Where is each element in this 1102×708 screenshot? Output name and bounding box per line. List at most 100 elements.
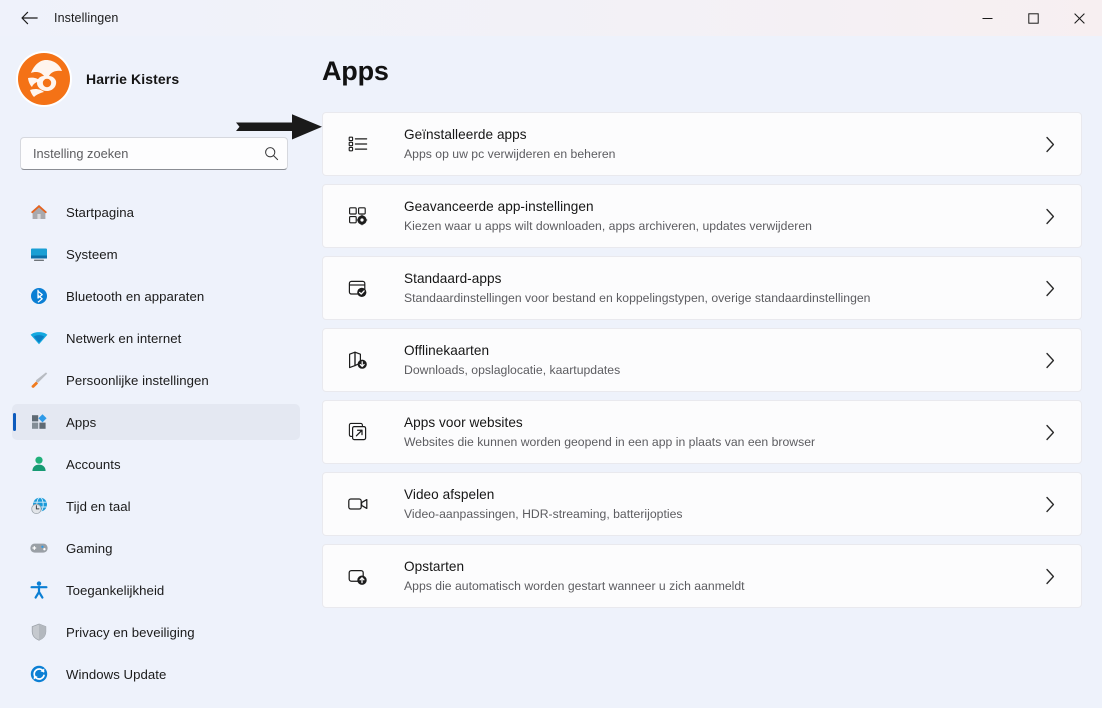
- card-subtitle: Apps die automatisch worden gestart wann…: [404, 579, 745, 593]
- sidebar-item-label: Windows Update: [66, 666, 167, 682]
- apps-icon: [28, 411, 50, 433]
- card-text: Opstarten Apps die automatisch worden ge…: [404, 557, 1035, 595]
- back-arrow-icon: [20, 11, 38, 25]
- card-video-afspelen[interactable]: Video afspelen Video-aanpassingen, HDR-s…: [322, 472, 1082, 536]
- external-link-icon: [345, 419, 371, 445]
- card-geavanceerde-app-instellingen[interactable]: Geavanceerde app-instellingen Kiezen waa…: [322, 184, 1082, 248]
- search-box[interactable]: [20, 137, 288, 170]
- sidebar-item-label: Persoonlijke instellingen: [66, 372, 209, 388]
- page-title: Apps: [322, 56, 389, 86]
- card-text: Geavanceerde app-instellingen Kiezen waa…: [404, 197, 1035, 235]
- sidebar-item-gaming[interactable]: Gaming: [12, 530, 300, 566]
- card-subtitle: Websites die kunnen worden geopend in ee…: [404, 435, 816, 449]
- sidebar-item-label: Tijd en taal: [66, 498, 131, 514]
- sidebar-item-netwerk[interactable]: Netwerk en internet: [12, 320, 300, 356]
- gamepad-icon: [28, 537, 50, 559]
- profile-section[interactable]: Harrie Kisters: [16, 50, 312, 108]
- card-title: Geïnstalleerde apps: [404, 127, 527, 142]
- close-icon: [1073, 12, 1085, 24]
- default-apps-icon: [345, 275, 371, 301]
- clock-globe-icon: [28, 495, 50, 517]
- sidebar-item-toegankelijkheid[interactable]: Toegankelijkheid: [12, 572, 300, 608]
- close-button[interactable]: [1056, 0, 1102, 36]
- title-bar: Instellingen: [0, 0, 1102, 36]
- sidebar-item-accounts[interactable]: Accounts: [12, 446, 300, 482]
- sidebar-item-label: Netwerk en internet: [66, 330, 182, 346]
- sidebar: Harrie Kisters Startpa: [0, 36, 312, 708]
- sidebar-item-startpagina[interactable]: Startpagina: [12, 194, 300, 230]
- chevron-right-icon[interactable]: [1035, 201, 1065, 231]
- card-geinstalleerde-apps[interactable]: Geïnstalleerde apps Apps op uw pc verwij…: [322, 112, 1082, 176]
- avatar: [16, 51, 72, 107]
- main-content: Apps Geïnstalleerde apps Apps op uw pc v…: [312, 36, 1102, 708]
- chevron-right-icon[interactable]: [1035, 273, 1065, 303]
- card-title: Standaard-apps: [404, 271, 502, 286]
- chevron-right-icon[interactable]: [1035, 561, 1065, 591]
- card-text: Offlinekaarten Downloads, opslaglocatie,…: [404, 341, 1035, 379]
- maximize-button[interactable]: [1010, 0, 1056, 36]
- card-title: Geavanceerde app-instellingen: [404, 199, 594, 214]
- sidebar-item-bluetooth[interactable]: Bluetooth en apparaten: [12, 278, 300, 314]
- brush-icon: [28, 369, 50, 391]
- card-apps-voor-websites[interactable]: Apps voor websites Websites die kunnen w…: [322, 400, 1082, 464]
- sidebar-item-privacy[interactable]: Privacy en beveiliging: [12, 614, 300, 650]
- card-title: Offlinekaarten: [404, 343, 490, 358]
- card-text: Standaard-apps Standaardinstellingen voo…: [404, 269, 1035, 307]
- card-text: Geïnstalleerde apps Apps op uw pc verwij…: [404, 125, 1035, 163]
- chevron-right-icon[interactable]: [1035, 345, 1065, 375]
- sidebar-item-label: Apps: [66, 414, 97, 430]
- card-text: Apps voor websites Websites die kunnen w…: [404, 413, 1035, 451]
- sidebar-item-label: Bluetooth en apparaten: [66, 288, 205, 304]
- system-icon: [28, 243, 50, 265]
- shield-icon: [28, 621, 50, 643]
- card-subtitle: Standaardinstellingen voor bestand en ko…: [404, 291, 871, 305]
- sidebar-item-windows-update[interactable]: Windows Update: [12, 656, 300, 692]
- sidebar-item-label: Accounts: [66, 456, 121, 472]
- list-icon: [345, 131, 371, 157]
- sidebar-item-label: Privacy en beveiliging: [66, 624, 195, 640]
- card-subtitle: Apps op uw pc verwijderen en beheren: [404, 147, 616, 161]
- wifi-icon: [28, 327, 50, 349]
- card-offlinekaarten[interactable]: Offlinekaarten Downloads, opslaglocatie,…: [322, 328, 1082, 392]
- sidebar-item-apps[interactable]: Apps: [12, 404, 300, 440]
- accessibility-icon: [28, 579, 50, 601]
- settings-window: Instellingen Harrie Kisters Instelling z…: [0, 0, 1102, 708]
- home-icon: [28, 201, 50, 223]
- video-icon: [345, 491, 371, 517]
- search-input[interactable]: [21, 146, 256, 161]
- sidebar-item-systeem[interactable]: Systeem: [12, 236, 300, 272]
- update-icon: [28, 663, 50, 685]
- app-settings-icon: [345, 203, 371, 229]
- sidebar-item-label: Systeem: [66, 246, 118, 262]
- card-opstarten[interactable]: Opstarten Apps die automatisch worden ge…: [322, 544, 1082, 608]
- card-title: Apps voor websites: [404, 415, 523, 430]
- chevron-right-icon[interactable]: [1035, 129, 1065, 159]
- sidebar-item-label: Gaming: [66, 540, 113, 556]
- minimize-button[interactable]: [964, 0, 1010, 36]
- avatar-logo-icon: [18, 53, 70, 105]
- card-subtitle: Downloads, opslaglocatie, kaartupdates: [404, 363, 621, 377]
- sidebar-item-label: Toegankelijkheid: [66, 582, 165, 598]
- settings-card-list: Geïnstalleerde apps Apps op uw pc verwij…: [312, 112, 1102, 608]
- back-button[interactable]: [10, 3, 48, 33]
- search-button[interactable]: [256, 138, 286, 169]
- card-subtitle: Video-aanpassingen, HDR-streaming, batte…: [404, 507, 683, 521]
- maximize-icon: [1027, 12, 1039, 24]
- sidebar-item-persoonlijke-instellingen[interactable]: Persoonlijke instellingen: [12, 362, 300, 398]
- sidebar-nav: Startpagina Systeem Bluetooth en apparat…: [6, 192, 306, 698]
- sidebar-item-tijd-en-taal[interactable]: Tijd en taal: [12, 488, 300, 524]
- profile-name: Harrie Kisters: [86, 71, 180, 87]
- card-subtitle: Kiezen waar u apps wilt downloaden, apps…: [404, 219, 812, 233]
- window-controls: [964, 0, 1102, 36]
- search-icon: [264, 147, 278, 161]
- card-text: Video afspelen Video-aanpassingen, HDR-s…: [404, 485, 1035, 523]
- window-title: Instellingen: [54, 11, 119, 25]
- sidebar-item-label: Startpagina: [66, 204, 135, 220]
- minimize-icon: [982, 17, 992, 19]
- chevron-right-icon[interactable]: [1035, 417, 1065, 447]
- card-title: Video afspelen: [404, 487, 495, 502]
- card-title: Opstarten: [404, 559, 465, 574]
- card-standaard-apps[interactable]: Standaard-apps Standaardinstellingen voo…: [322, 256, 1082, 320]
- account-icon: [28, 453, 50, 475]
- chevron-right-icon[interactable]: [1035, 489, 1065, 519]
